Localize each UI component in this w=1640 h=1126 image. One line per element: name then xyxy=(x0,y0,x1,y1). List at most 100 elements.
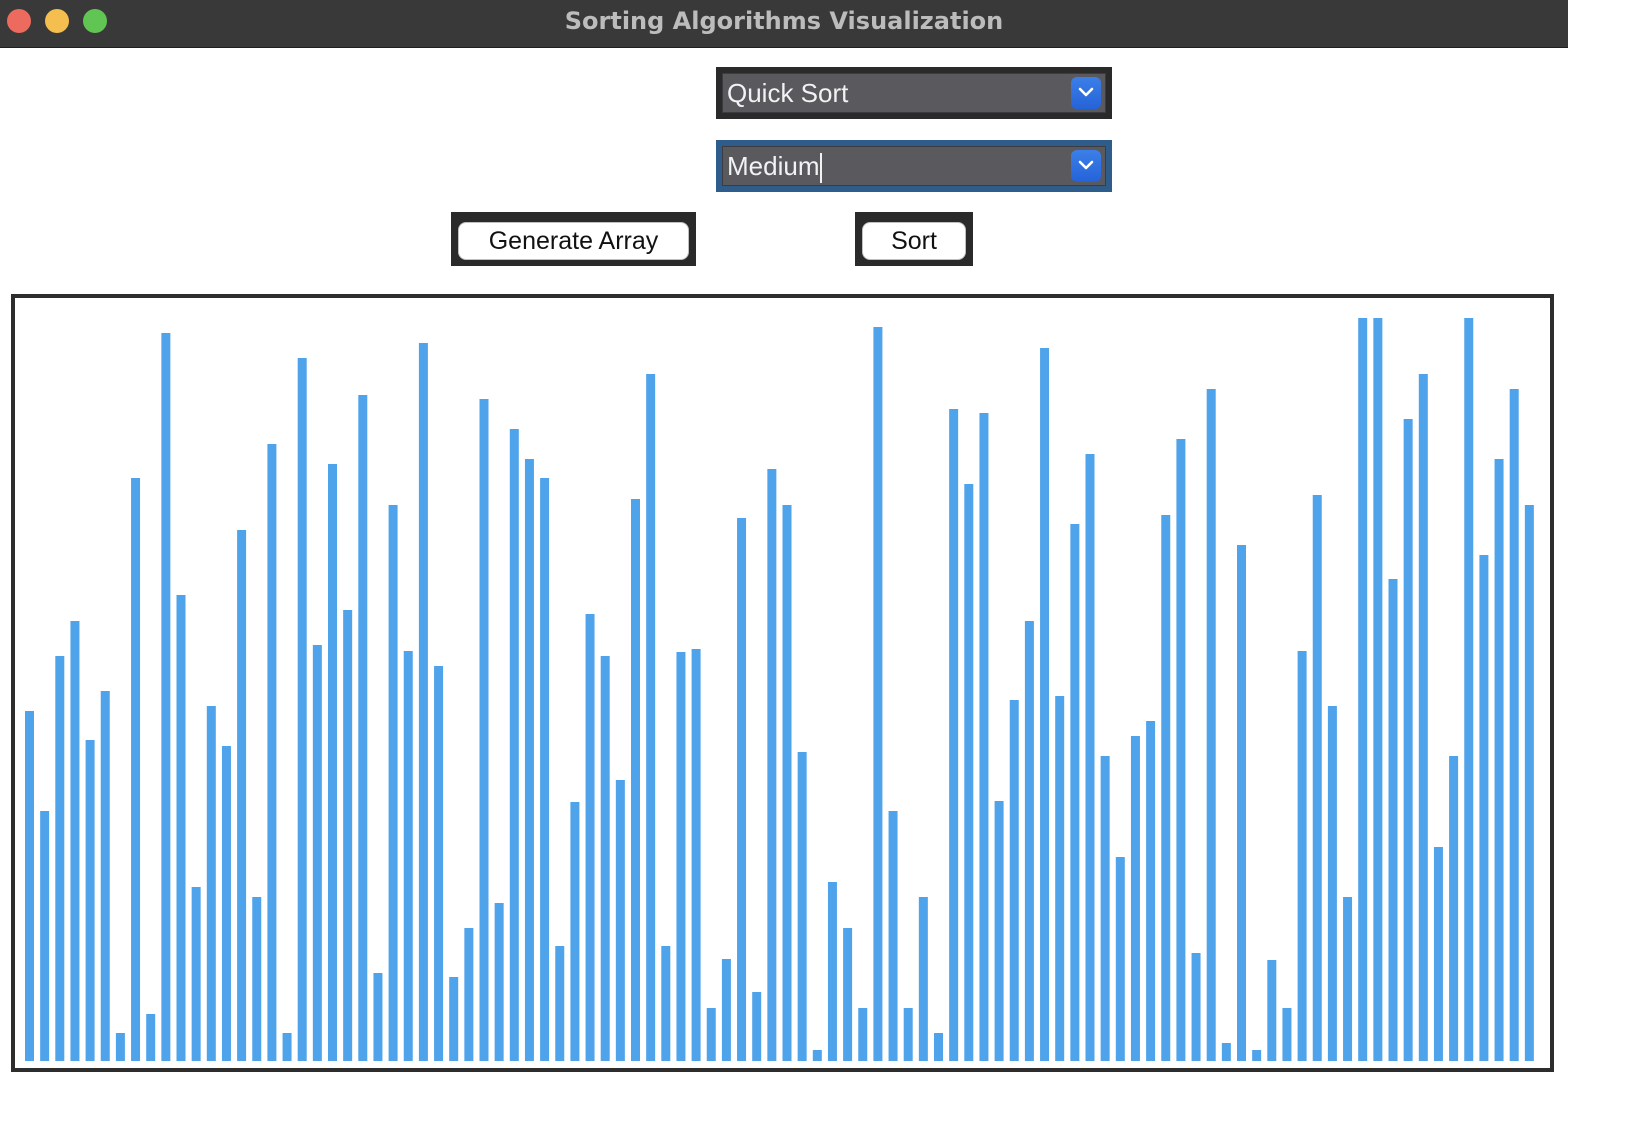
bar xyxy=(858,1008,868,1061)
algorithm-select[interactable]: Quick Sort xyxy=(716,67,1112,119)
bar xyxy=(706,1008,716,1061)
bar xyxy=(1373,318,1383,1061)
bar xyxy=(418,343,428,1061)
bar xyxy=(1267,960,1277,1061)
sort-button[interactable]: Sort xyxy=(862,222,966,260)
bar xyxy=(1494,459,1504,1061)
bar xyxy=(40,811,50,1061)
text-cursor xyxy=(820,153,823,184)
bar xyxy=(479,399,489,1061)
bar xyxy=(1070,524,1080,1061)
bar xyxy=(328,464,337,1061)
chevron-down-icon[interactable] xyxy=(1071,150,1101,182)
bar-canvas xyxy=(11,294,1554,1072)
generate-array-frame: Generate Array xyxy=(451,212,696,266)
bar xyxy=(1191,953,1201,1061)
bar xyxy=(1418,374,1428,1061)
bar xyxy=(100,691,110,1061)
bar xyxy=(994,801,1004,1061)
bar xyxy=(752,992,762,1061)
bar xyxy=(70,621,80,1061)
bar xyxy=(252,897,262,1061)
bar xyxy=(464,928,474,1061)
bar xyxy=(827,882,837,1061)
bar xyxy=(1130,736,1140,1061)
speed-select[interactable]: Medium xyxy=(716,140,1112,192)
bar xyxy=(1343,897,1353,1061)
bar xyxy=(1388,579,1398,1061)
sort-frame: Sort xyxy=(855,212,973,266)
bar xyxy=(691,649,701,1061)
bar xyxy=(873,327,883,1061)
bar xyxy=(237,530,247,1061)
bar xyxy=(282,1033,292,1061)
bar xyxy=(949,409,959,1061)
bar xyxy=(1509,389,1519,1061)
bar xyxy=(206,706,216,1061)
bar xyxy=(1433,847,1443,1061)
bar xyxy=(25,711,34,1061)
algorithm-select-value: Quick Sort xyxy=(727,78,849,108)
speed-select-value: Medium xyxy=(727,147,823,185)
bar xyxy=(979,413,989,1061)
bar xyxy=(631,499,640,1061)
bar xyxy=(509,429,519,1061)
speed-select-field[interactable]: Medium xyxy=(722,146,1106,186)
bar xyxy=(146,1014,156,1061)
bar xyxy=(343,610,353,1061)
bar xyxy=(964,484,974,1061)
generate-array-button[interactable]: Generate Array xyxy=(458,222,689,260)
bar xyxy=(312,645,322,1061)
bar xyxy=(1358,318,1368,1061)
bar xyxy=(767,469,777,1061)
bar xyxy=(1221,1043,1231,1061)
bar xyxy=(1237,545,1246,1061)
bar xyxy=(1206,389,1216,1061)
bar xyxy=(221,746,231,1061)
bar xyxy=(1479,555,1489,1061)
bar xyxy=(1176,439,1186,1061)
bar xyxy=(934,1033,943,1061)
bar xyxy=(115,1033,125,1061)
bar xyxy=(1085,454,1095,1061)
bar xyxy=(1146,721,1156,1061)
bar xyxy=(1524,505,1534,1061)
bar xyxy=(373,973,383,1061)
bar xyxy=(85,740,95,1061)
bar xyxy=(646,374,656,1061)
speed-select-text: Medium xyxy=(727,151,820,181)
title-bar: Sorting Algorithms Visualization xyxy=(0,0,1568,48)
bar-chart xyxy=(25,318,1534,1061)
bar xyxy=(388,505,398,1061)
algorithm-select-field[interactable]: Quick Sort xyxy=(722,73,1106,113)
bar xyxy=(1040,348,1050,1061)
bar xyxy=(1297,651,1307,1061)
bar xyxy=(524,459,534,1061)
bar xyxy=(1161,515,1171,1061)
bar xyxy=(555,946,565,1061)
bar xyxy=(888,811,898,1061)
bar xyxy=(1252,1050,1262,1061)
bar xyxy=(161,333,171,1061)
bar xyxy=(1403,419,1413,1061)
bar xyxy=(449,977,459,1061)
bar xyxy=(1009,700,1019,1061)
bar xyxy=(1449,756,1459,1061)
bar xyxy=(1100,756,1110,1061)
bar xyxy=(721,959,731,1061)
bar xyxy=(267,444,277,1061)
bar xyxy=(297,358,307,1061)
bar xyxy=(1115,857,1125,1061)
bar xyxy=(1327,706,1337,1061)
chevron-down-icon[interactable] xyxy=(1071,77,1101,109)
bar xyxy=(615,780,625,1061)
bar xyxy=(903,1008,913,1061)
bar xyxy=(812,1050,822,1061)
bar xyxy=(403,651,413,1061)
bar xyxy=(1282,1008,1292,1061)
bar xyxy=(1312,495,1322,1061)
bar xyxy=(797,752,807,1061)
bar xyxy=(676,652,686,1061)
bar xyxy=(540,478,550,1061)
bar xyxy=(434,666,444,1061)
